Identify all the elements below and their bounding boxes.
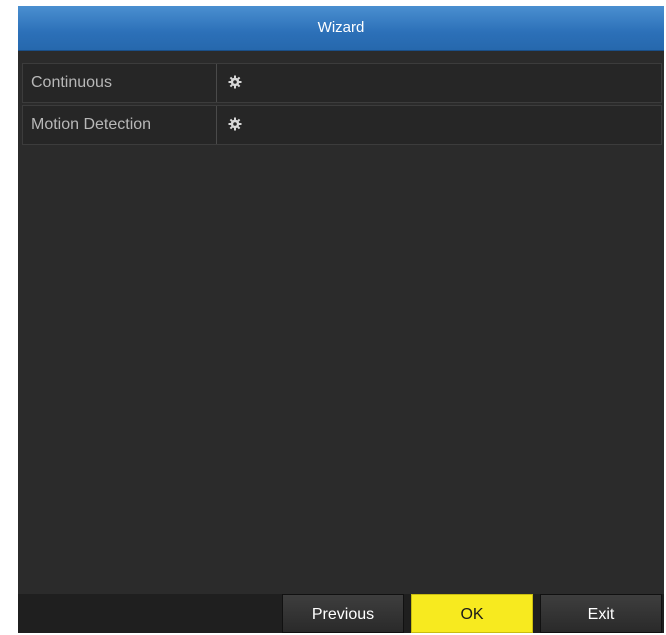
- button-bar: Previous OK Exit: [18, 594, 664, 633]
- window-title: Wizard: [18, 6, 664, 51]
- continuous-label: Continuous: [23, 64, 217, 102]
- gear-icon[interactable]: [227, 116, 243, 132]
- previous-button[interactable]: Previous: [282, 594, 404, 633]
- exit-button[interactable]: Exit: [540, 594, 662, 633]
- wizard-content: Continuous Motion Detection: [18, 51, 664, 594]
- motion-detection-label: Motion Detection: [23, 106, 217, 144]
- wizard-window: Wizard Continuous Motion Detection Previ…: [18, 6, 664, 633]
- list-item-motion-detection: Motion Detection: [22, 105, 662, 145]
- list-item-continuous: Continuous: [22, 63, 662, 103]
- ok-button[interactable]: OK: [411, 594, 533, 633]
- gear-icon[interactable]: [227, 74, 243, 90]
